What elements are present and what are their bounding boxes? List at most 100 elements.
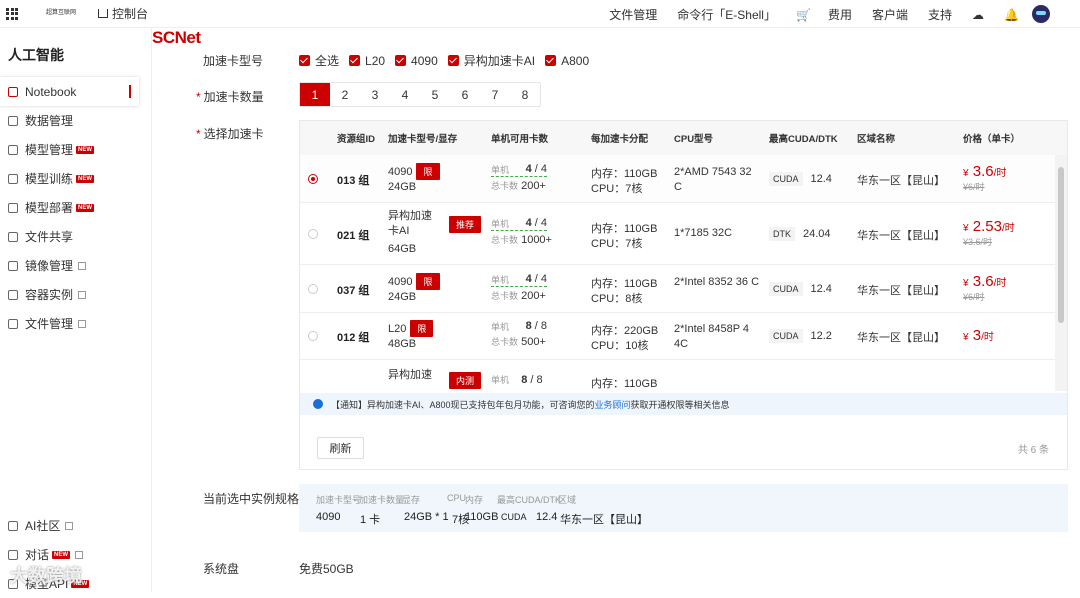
checkbox-l20[interactable]: L20 <box>349 52 385 69</box>
sidebar-item-data[interactable]: 数据管理 <box>0 106 151 135</box>
apps-grid-icon[interactable] <box>6 7 18 20</box>
container-icon <box>8 289 18 300</box>
sidebar-item-notebook[interactable]: Notebook <box>0 77 139 106</box>
scroll-thumb[interactable] <box>1058 167 1064 323</box>
row-tag: 限 <box>416 163 440 180</box>
col-id: 资源组ID <box>337 134 376 145</box>
count-option[interactable]: 5 <box>420 83 450 106</box>
sidebar-item-label: 模型管理 <box>25 143 74 157</box>
nav-eshell[interactable]: 命令行「E-Shell」 <box>677 6 776 23</box>
table-row[interactable]: 异构加速 内测 单机 8 / 8 内存：110GB <box>300 360 1055 393</box>
cube-icon <box>8 144 18 155</box>
top-bar: SCNet 超算互联网 控制台 文件管理 命令行「E-Shell」 🛒 费用 客… <box>0 0 1080 47</box>
cloud-icon[interactable]: ☁ <box>972 8 984 22</box>
table-row[interactable]: 037 组 4090 限 24GB 单机 4 / 4 总卡数 200+ 内存：110G… <box>300 265 1055 313</box>
select-card-label: * 选择加速卡 <box>196 127 264 141</box>
total-count: 共 6 条 <box>1017 445 1049 456</box>
top-nav: 文件管理 命令行「E-Shell」 🛒 费用 客户端 支持 ☁ 🔔 <box>589 0 1050 28</box>
count-option[interactable]: 2 <box>330 83 360 106</box>
refresh-button[interactable]: 刷新 <box>317 437 364 459</box>
nav-client[interactable]: 客户端 <box>872 6 908 23</box>
row-cpu: CPU：7核 <box>591 238 643 250</box>
sidebar-item-label: 对话 <box>25 548 50 562</box>
sidebar-item-label: 镜像管理 <box>25 259 74 273</box>
sidebar-item-ai-community[interactable]: AI社区 <box>0 511 152 540</box>
row-cpu: CPU：10核 <box>591 340 649 352</box>
row-radio[interactable] <box>308 229 318 239</box>
count-option[interactable]: 4 <box>390 83 420 106</box>
count-option[interactable]: 7 <box>480 83 510 106</box>
row-cpu: CPU：7核 <box>591 183 643 195</box>
row-cpu-model: 2*Intel 8458P 4 4C <box>674 323 750 350</box>
sidebar-item-label: 容器实例 <box>25 288 74 302</box>
row-cpu-model: 2*Intel 8352 36 C <box>674 276 760 288</box>
sidebar-item-image[interactable]: 镜像管理 <box>0 251 151 280</box>
checkbox-all[interactable]: 全选 <box>299 52 339 69</box>
col-single[interactable]: 单机可用卡数 <box>491 131 548 145</box>
table-row[interactable]: 021 组 异构加速卡AI 推荐 64GB 单机 4 / 4 总卡数 1000+ 内… <box>300 203 1055 265</box>
row-mem: 内存：110GB <box>591 378 658 390</box>
col-cuda: 最高CUDA/DTK <box>769 134 838 145</box>
advisor-link[interactable]: 业务顾问 <box>595 398 631 411</box>
chat-icon <box>8 549 18 560</box>
spec-header: 区域 <box>558 495 577 505</box>
community-icon <box>8 520 18 531</box>
row-vram: 24GB <box>388 291 417 303</box>
row-tag: 限 <box>416 273 440 290</box>
folder-icon <box>8 318 18 329</box>
spec-header: 内存 <box>465 495 484 505</box>
row-radio[interactable] <box>308 174 318 184</box>
count-option[interactable]: 3 <box>360 83 390 106</box>
row-model: 4090 <box>388 276 413 288</box>
avatar[interactable] <box>1032 5 1050 23</box>
sidebar-item-file-share[interactable]: 文件共享 <box>0 222 151 251</box>
sidebar-item-container[interactable]: 容器实例 <box>0 280 151 309</box>
new-badge: NEW <box>76 203 95 212</box>
row-tag: 限 <box>410 320 434 337</box>
count-option[interactable]: 1 <box>300 83 330 106</box>
new-badge: NEW <box>76 174 95 183</box>
row-id: 013 组 <box>337 175 370 187</box>
nav-file-manage[interactable]: 文件管理 <box>609 6 657 23</box>
row-mem: 内存：110GB <box>591 278 658 290</box>
row-cpu-model: 2*AMD 7543 32 C <box>674 166 752 193</box>
system-disk-value: 免费50GB <box>299 562 354 576</box>
sidebar-item-model-manage[interactable]: 模型管理 NEW <box>0 135 151 164</box>
row-mem: 内存：110GB <box>591 223 658 235</box>
col-model: 加速卡型号/显存 <box>388 134 458 145</box>
table-row[interactable]: 013 组 4090 限 24GB 单机 4 / 4 总卡数 200+ 内存：110G… <box>300 155 1055 203</box>
row-region: 华东一区【昆山】 <box>857 332 945 344</box>
sidebar-item-label: 模型部署 <box>25 201 74 215</box>
table-row[interactable]: 012 组 L20 限 48GB 单机 8 / 8 总卡数 500+ 内存：220GB… <box>300 313 1055 360</box>
nav-billing[interactable]: 费用 <box>828 6 852 23</box>
row-radio[interactable] <box>308 331 318 341</box>
checkbox-ai[interactable]: 异构加速卡AI <box>447 52 535 69</box>
count-option[interactable]: 8 <box>510 83 540 106</box>
col-price: 价格（单卡） <box>963 134 1021 145</box>
row-radio[interactable] <box>308 284 318 294</box>
row-model: 异构加速卡AI <box>388 210 432 237</box>
sidebar-item-model-train[interactable]: 模型训练 NEW <box>0 164 151 193</box>
row-id: 012 组 <box>337 332 370 344</box>
count-option[interactable]: 6 <box>450 83 480 106</box>
sidebar-item-model-deploy[interactable]: 模型部署 NEW <box>0 193 151 222</box>
logo[interactable]: SCNet 超算互联网 <box>42 10 201 47</box>
card-type-label: 加速卡型号 <box>203 54 264 68</box>
sidebar-item-file-manage[interactable]: 文件管理 <box>0 309 151 338</box>
nav-support[interactable]: 支持 <box>928 6 952 23</box>
table-scrollbar[interactable] <box>1055 155 1067 391</box>
row-region: 华东一区【昆山】 <box>857 175 945 187</box>
col-cpu: CPU型号 <box>674 134 714 145</box>
console-link[interactable]: 控制台 <box>98 5 148 22</box>
spec-header: 显存 <box>402 495 421 505</box>
external-link-icon <box>65 521 74 530</box>
spec-value: 4090 <box>316 511 341 523</box>
external-link-icon <box>78 290 87 299</box>
row-cpu-model: 1*7185 32C <box>674 227 733 239</box>
bell-icon[interactable]: 🔔 <box>1004 8 1019 22</box>
row-id: 021 组 <box>337 230 370 242</box>
cart-icon[interactable]: 🛒 <box>796 8 811 22</box>
watermark: 大数跨境 <box>10 566 82 586</box>
checkbox-4090[interactable]: 4090 <box>395 52 438 69</box>
checkbox-a800[interactable]: A800 <box>545 52 589 69</box>
